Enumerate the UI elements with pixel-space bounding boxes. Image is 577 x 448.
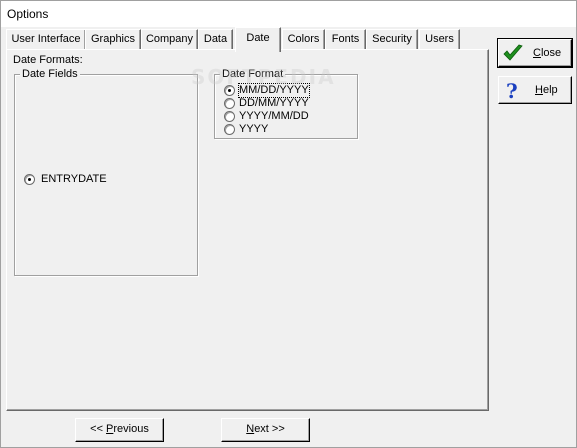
- tab-label: Users: [425, 33, 454, 45]
- tab-fonts[interactable]: Fonts: [325, 29, 366, 50]
- question-mark-icon: ?: [506, 80, 518, 102]
- tab-data[interactable]: Data: [198, 29, 233, 50]
- date-format-label: DD/MM/YYYY: [239, 97, 309, 109]
- next-label-rest: ext >>: [254, 423, 285, 435]
- next-mnemonic: N: [246, 423, 255, 435]
- window-title: Options: [7, 7, 49, 21]
- date-fields-title: Date Fields: [20, 68, 80, 80]
- svg-text:?: ?: [506, 80, 518, 102]
- date-field-label: ENTRYDATE: [41, 173, 107, 185]
- tab-label: Colors: [287, 33, 320, 45]
- tab-graphics[interactable]: Graphics: [85, 29, 141, 50]
- date-format-title: Date Format: [220, 68, 286, 80]
- tab-label: Fonts: [331, 33, 360, 45]
- date-format-label: YYYY: [239, 123, 269, 135]
- radio-button[interactable]: [224, 111, 235, 122]
- tab-colors[interactable]: Colors: [282, 29, 325, 50]
- help-button[interactable]: ? Help: [498, 76, 572, 104]
- close-label: Close: [533, 47, 561, 59]
- checkmark-icon: [503, 44, 523, 61]
- close-label-rest: lose: [540, 47, 562, 59]
- radio-button[interactable]: [24, 174, 35, 185]
- tab-label: Security: [372, 33, 412, 45]
- radio-button[interactable]: [224, 124, 235, 135]
- help-mnemonic: H: [535, 84, 543, 96]
- radio-button[interactable]: [224, 98, 235, 109]
- date-format-group: Date Format MM/DD/YYYY DD/MM/YYYY YYYY/M…: [214, 68, 358, 139]
- previous-button[interactable]: << Previous: [75, 418, 164, 442]
- tab-date[interactable]: Date: [235, 27, 281, 52]
- options-window: Options User Interface Graphics Company …: [0, 0, 577, 448]
- help-label-rest: elp: [542, 84, 558, 96]
- tab-label: Graphics: [90, 33, 136, 45]
- date-format-label: YYYY/MM/DD: [239, 110, 309, 122]
- title-bar: Options: [1, 1, 576, 27]
- previous-label-rest: revious: [113, 423, 149, 435]
- date-format-label: MM/DD/YYYY: [238, 83, 310, 98]
- previous-prefix: <<: [90, 423, 107, 435]
- tab-security[interactable]: Security: [366, 29, 418, 50]
- tab-label: Data: [203, 33, 228, 45]
- help-label: Help: [535, 84, 558, 96]
- tab-label: Date: [246, 32, 270, 44]
- next-button[interactable]: Next >>: [221, 418, 310, 442]
- tab-label: User Interface: [11, 33, 81, 45]
- close-mnemonic: C: [533, 47, 541, 59]
- close-button[interactable]: Close: [497, 38, 573, 68]
- tab-user-interface[interactable]: User Interface: [6, 29, 86, 50]
- date-formats-heading: Date Formats:: [13, 54, 83, 66]
- date-tab-panel: Date Formats: Date Fields ENTRYDATE Date…: [6, 49, 489, 411]
- radio-button[interactable]: [224, 85, 235, 96]
- tab-users[interactable]: Users: [419, 29, 460, 50]
- tab-label: Company: [145, 33, 194, 45]
- date-fields-group: Date Fields ENTRYDATE: [14, 68, 198, 276]
- tab-company[interactable]: Company: [141, 29, 198, 50]
